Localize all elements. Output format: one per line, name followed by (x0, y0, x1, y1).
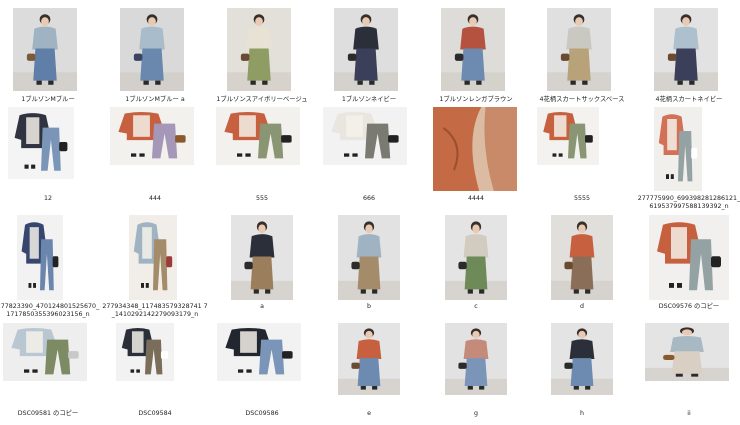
file-thumbnail (445, 215, 507, 300)
file-name-label: 277775990_699398281286121_61953799758813… (637, 195, 740, 210)
file-thumbnail (551, 323, 613, 395)
file-name-label: 5555 (573, 195, 591, 202)
file-thumbnail (227, 8, 291, 91)
file-thumbnail (654, 107, 702, 191)
file-name-label: c (474, 303, 478, 310)
file-thumbnail (445, 323, 507, 395)
file-name-label: 277934348_117483579328741 7_141029214227… (102, 303, 208, 318)
file-grid: 1ブルゾンMブルー 1ブルゾンMブルー a 1ブルゾンスアイボリーベージュ 1ブ… (0, 0, 740, 425)
file-name-label: 4444 (467, 195, 485, 202)
file-thumbnail (551, 215, 613, 300)
file-name-label: DSC09576 のコピー (658, 303, 720, 310)
file-name-label: b (367, 303, 371, 310)
file-thumbnail (338, 323, 400, 395)
file-name-label: d (580, 303, 584, 310)
file-name-label: 1ブルゾンMブルー a (125, 96, 185, 103)
file-thumbnail (17, 215, 63, 300)
file-thumbnail (433, 107, 517, 191)
file-thumbnail (3, 323, 87, 381)
file-thumbnail (537, 107, 599, 165)
file-thumbnail (120, 8, 184, 91)
file-thumbnail (441, 8, 505, 91)
file-thumbnail (231, 215, 293, 300)
file-thumbnail (8, 107, 74, 179)
file-thumbnail (654, 8, 718, 91)
file-name-label: 12 (43, 195, 52, 202)
file-thumbnail (649, 215, 729, 300)
file-thumbnail (110, 107, 194, 165)
file-name-label: g (474, 410, 478, 417)
file-name-label: DSC09581 のコピー (17, 410, 79, 417)
file-name-label: 555 (255, 195, 269, 202)
file-name-label: e (367, 410, 371, 417)
file-name-label: a (260, 303, 264, 310)
file-thumbnail (116, 323, 174, 381)
file-name-label: 1ブルゾンレンガブラウン (439, 96, 513, 103)
file-name-label: 4花柄スカートサックスベース (539, 96, 625, 103)
file-thumbnail (216, 107, 300, 165)
file-thumbnail (334, 8, 398, 91)
file-name-label: 4花柄スカートネイビー (655, 96, 723, 103)
file-name-label: 277823390_470124801525670_17178503553960… (0, 303, 100, 318)
file-thumbnail (217, 323, 301, 381)
file-name-label: 1ブルゾンネイビー (341, 96, 397, 103)
file-thumbnail (547, 8, 611, 91)
file-thumbnail (129, 215, 177, 300)
file-name-label: 1ブルゾンスアイボリーベージュ (216, 96, 308, 103)
file-name-label: DSC09586 (245, 410, 279, 417)
file-name-label: 444 (148, 195, 162, 202)
file-name-label: 1ブルゾンMブルー (21, 96, 75, 103)
file-thumbnail (338, 215, 400, 300)
file-thumbnail (323, 107, 407, 165)
file-name-label: DSC09584 (138, 410, 172, 417)
file-thumbnail (645, 323, 729, 381)
file-name-label: h (580, 410, 584, 417)
file-name-label: ii (687, 410, 691, 417)
file-thumbnail (13, 8, 77, 91)
file-name-label: 666 (362, 195, 376, 202)
